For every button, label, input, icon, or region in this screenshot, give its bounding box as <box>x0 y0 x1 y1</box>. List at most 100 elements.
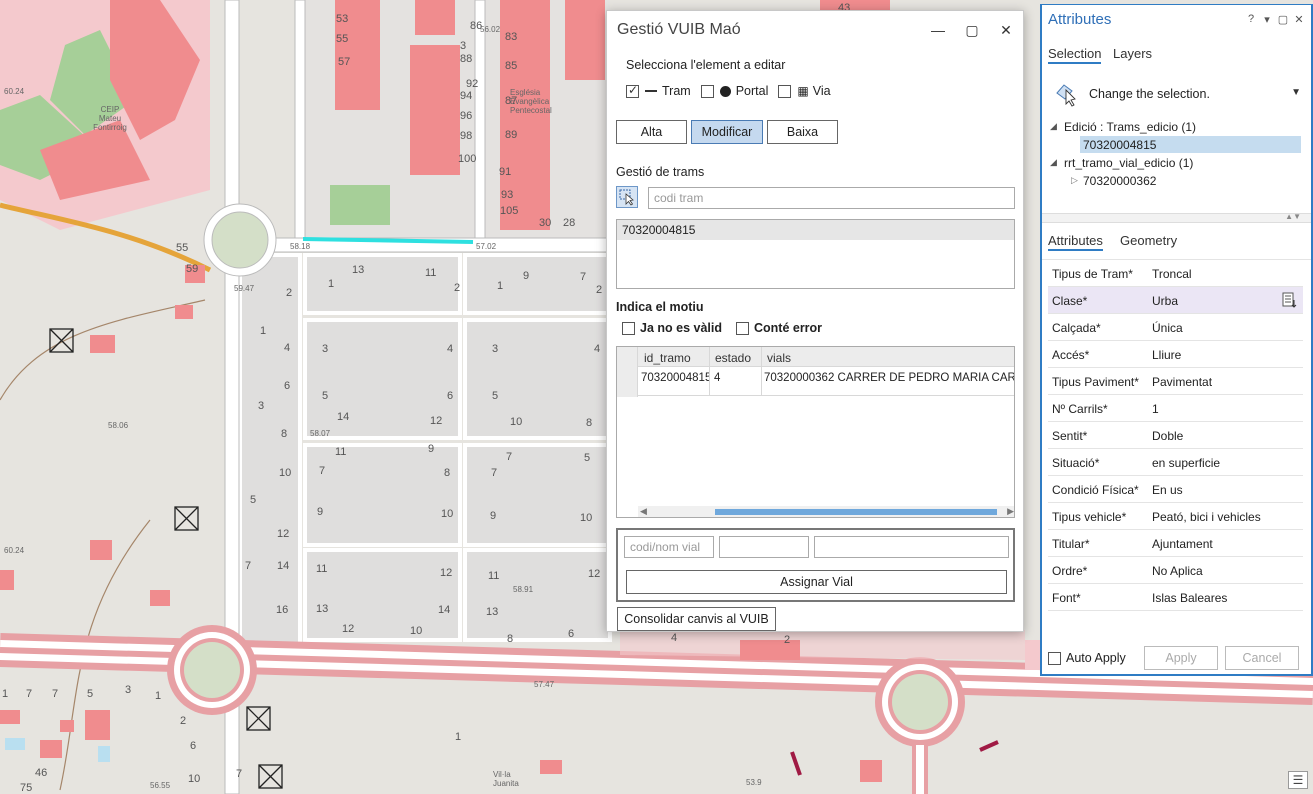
baixa-button[interactable]: Baixa <box>767 120 838 144</box>
tram-listbox[interactable]: 70320004815 <box>616 219 1015 289</box>
attr-value[interactable]: Ajuntament <box>1152 537 1213 551</box>
portal-checkbox[interactable] <box>700 84 714 98</box>
attr-value[interactable]: Urba <box>1152 294 1178 308</box>
expand-feature-icon[interactable]: ▷ <box>1071 175 1078 186</box>
vial-field-2[interactable] <box>719 536 809 558</box>
pane-close-icon[interactable]: ✕ <box>1291 13 1307 26</box>
map-number: 6 <box>568 628 575 640</box>
expand-layer1-icon[interactable]: ◢ <box>1050 121 1057 132</box>
assignar-vial-button[interactable]: Assignar Vial <box>626 570 1007 594</box>
select-features-button[interactable] <box>616 186 638 208</box>
tab-geometry[interactable]: Geometry <box>1120 233 1177 248</box>
map-elevation: 53.9 <box>746 778 762 787</box>
vial-search-input[interactable]: codi/nom vial <box>624 536 714 558</box>
map-number: 1 <box>260 325 267 337</box>
dialog-titlebar[interactable]: Gestió VUIB Maó — ▢ ✕ <box>607 11 1023 49</box>
map-number: 6 <box>447 390 454 402</box>
attr-value[interactable]: Troncal <box>1152 267 1192 281</box>
tram-checkbox[interactable] <box>626 83 639 98</box>
tab-selection[interactable]: Selection <box>1048 46 1102 64</box>
tree-layer-trams-feature[interactable]: 70320004815 <box>1083 138 1156 152</box>
minimize-icon[interactable]: — <box>921 22 955 38</box>
attr-row-condicio[interactable]: Condició Física* En us <box>1048 476 1303 503</box>
attr-value[interactable]: Doble <box>1152 429 1183 443</box>
attr-value[interactable]: En us <box>1152 483 1183 497</box>
attr-value[interactable]: Islas Baleares <box>1152 591 1227 605</box>
modificar-button[interactable]: Modificar <box>691 120 763 144</box>
map-number: 10 <box>279 467 292 479</box>
grid-cell-estado[interactable]: 4 <box>714 372 758 384</box>
auto-apply-checkbox[interactable] <box>1048 651 1061 665</box>
map-number: 5 <box>250 494 257 506</box>
attr-row-titular[interactable]: Titular* Ajuntament <box>1048 530 1303 557</box>
scroll-right-icon[interactable]: ▶ <box>1007 506 1014 517</box>
motiu-options: Ja no es vàlid Conté error <box>622 321 822 335</box>
splitter-arrows-icon[interactable]: ▲▼ <box>1285 212 1301 221</box>
map-number: 12 <box>342 623 355 635</box>
attr-row-acces[interactable]: Accés* Lliure <box>1048 341 1303 368</box>
map-number: 7 <box>491 467 498 479</box>
tree-layer-trams[interactable]: Edició : Trams_edicio (1) <box>1064 120 1196 134</box>
attr-row-vehicle[interactable]: Tipus vehicle* Peató, bici i vehicles <box>1048 503 1303 530</box>
grid-header-estado[interactable]: estado <box>715 351 751 365</box>
tram-list-item[interactable]: 70320004815 <box>617 220 1014 240</box>
tab-attributes[interactable]: Attributes <box>1048 233 1103 251</box>
attr-row-clase[interactable]: Clase* Urba <box>1048 287 1303 314</box>
scroll-thumb[interactable] <box>715 509 997 515</box>
map-number: 7 <box>236 768 243 780</box>
pane-maximize-icon[interactable]: ▢ <box>1275 13 1291 26</box>
consolidar-button[interactable]: Consolidar canvis al VUIB <box>617 607 776 631</box>
no-valid-checkbox[interactable] <box>622 321 635 335</box>
via-checkbox[interactable] <box>778 84 792 98</box>
apply-button[interactable]: Apply <box>1144 646 1218 670</box>
attribute-edit-icon[interactable] <box>1281 291 1299 309</box>
attr-row-font[interactable]: Font* Islas Baleares <box>1048 584 1303 611</box>
grid-cell-id[interactable]: 70320004815 <box>641 372 709 384</box>
map-label-village: Vil·la Juanita <box>493 770 519 788</box>
element-type-options: Tram Portal ▦ Via <box>626 83 831 98</box>
error-label: Conté error <box>753 321 823 335</box>
tree-layer-vial-feature[interactable]: 70320000362 <box>1083 174 1156 188</box>
scroll-left-icon[interactable]: ◀ <box>640 506 647 517</box>
grid-horizontal-scrollbar[interactable]: ◀ ▶ <box>638 506 1014 517</box>
grid-header-vials[interactable]: vials <box>767 351 791 365</box>
error-checkbox[interactable] <box>735 321 749 335</box>
change-selection-dropdown[interactable]: Change the selection. ▼ <box>1054 81 1301 107</box>
attr-value[interactable]: en superficie <box>1152 456 1220 470</box>
attr-row-calcada[interactable]: Calçada* Única <box>1048 314 1303 341</box>
attr-row-carrils[interactable]: Nº Carrils* 1 <box>1048 395 1303 422</box>
tab-layers[interactable]: Layers <box>1113 46 1152 61</box>
map-table-icon[interactable]: ☰ <box>1288 771 1308 789</box>
splitter[interactable]: ▲▼ <box>1042 212 1311 223</box>
expand-layer2-icon[interactable]: ◢ <box>1050 157 1057 168</box>
pane-menu-icon[interactable]: ▾ <box>1259 13 1275 26</box>
maximize-icon[interactable]: ▢ <box>955 22 989 39</box>
attr-value[interactable]: Lliure <box>1152 348 1181 362</box>
attr-value[interactable]: Pavimentat <box>1152 375 1212 389</box>
attr-value[interactable]: Única <box>1152 321 1183 335</box>
attr-row-paviment[interactable]: Tipus Paviment* Pavimentat <box>1048 368 1303 395</box>
chevron-down-icon[interactable]: ▼ <box>1291 87 1301 98</box>
grid-header-id-tramo[interactable]: id_tramo <box>644 351 691 365</box>
attr-row-ordre[interactable]: Ordre* No Aplica <box>1048 557 1303 584</box>
map-number: 4 <box>447 343 454 355</box>
help-icon[interactable]: ? <box>1243 13 1259 25</box>
tram-data-grid[interactable]: id_tramo estado vials 70320004815 4 7032… <box>616 346 1015 518</box>
close-icon[interactable]: ✕ <box>989 22 1023 39</box>
tree-layer-vial[interactable]: rrt_tramo_vial_edicio (1) <box>1064 156 1193 170</box>
attr-row-situacio[interactable]: Situació* en superficie <box>1048 449 1303 476</box>
attribute-table: Tipus de Tram* Troncal Clase* Urba Calçada… <box>1042 259 1311 611</box>
attr-value[interactable]: Peató, bici i vehicles <box>1152 510 1261 524</box>
vial-field-3[interactable] <box>814 536 1009 558</box>
map-number: 9 <box>523 270 530 282</box>
gestio-trams-label: Gestió de trams <box>616 165 705 179</box>
alta-button[interactable]: Alta <box>616 120 687 144</box>
attr-value[interactable]: No Aplica <box>1152 564 1203 578</box>
attr-row-sentit[interactable]: Sentit* Doble <box>1048 422 1303 449</box>
attr-row-tipus-tram[interactable]: Tipus de Tram* Troncal <box>1048 260 1303 287</box>
grid-cell-vials[interactable]: 70320000362 CARRER DE PEDRO MARIA CARDON… <box>764 372 1014 384</box>
cancel-button[interactable]: Cancel <box>1225 646 1299 670</box>
attr-value[interactable]: 1 <box>1152 402 1159 416</box>
no-valid-label: Ja no es vàlid <box>640 321 722 335</box>
codi-tram-input[interactable]: codi tram <box>648 187 1015 209</box>
